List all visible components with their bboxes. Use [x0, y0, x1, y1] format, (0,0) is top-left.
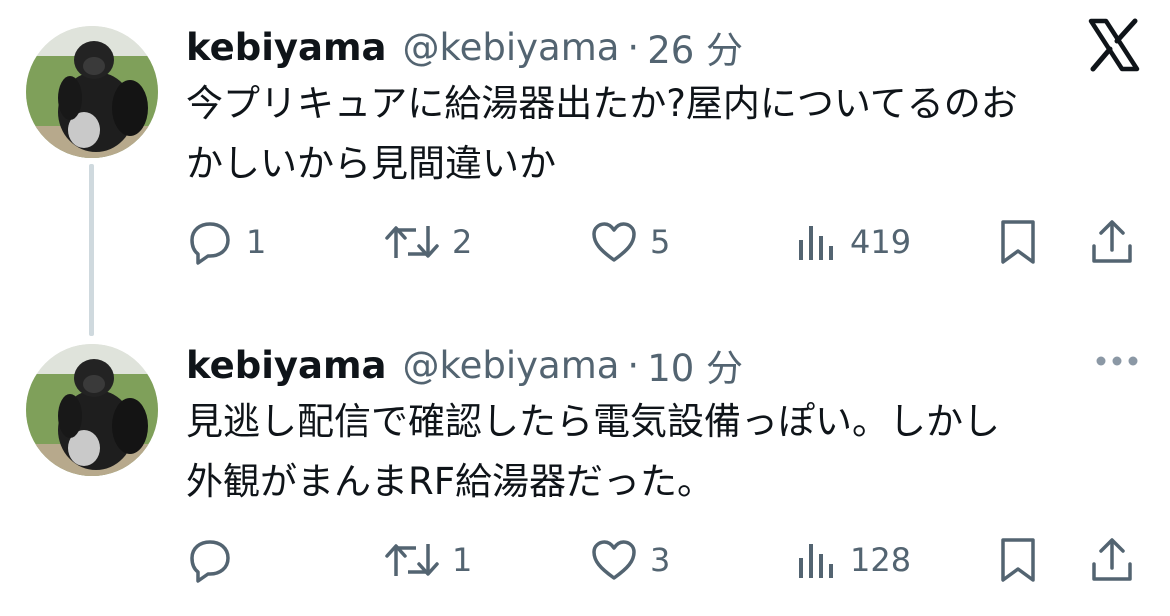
gorilla-avatar-icon	[26, 344, 158, 476]
heart-icon	[592, 222, 636, 262]
retweet-button[interactable]: 2	[384, 212, 472, 272]
action-bar: 1 2 5 419	[186, 212, 1146, 272]
views-chart-icon	[799, 226, 833, 260]
tweet[interactable]: kebiyama @kebiyama · 10 分 見逃し配信で確認したら電気設…	[0, 318, 1170, 616]
reply-button[interactable]: 1	[186, 212, 266, 272]
tweet[interactable]: kebiyama @kebiyama · 26 分 今プリキュアに給湯器出たか?…	[0, 0, 1170, 336]
like-count: 3	[650, 541, 671, 579]
retweet-count: 1	[452, 541, 473, 579]
tweet-header: kebiyama @kebiyama · 26 分	[186, 20, 743, 74]
retweet-count: 2	[452, 223, 473, 261]
reply-count: 1	[246, 223, 267, 261]
gorilla-avatar-icon	[26, 26, 158, 158]
views-count: 128	[850, 541, 912, 579]
more-options-icon[interactable]	[1094, 354, 1140, 368]
tweet-text-line: 見逃し配信で確認したら電気設備っぽい。しかし	[186, 400, 1000, 443]
like-button[interactable]: 5	[590, 212, 670, 272]
action-bar: 1 3 128	[186, 530, 1146, 590]
tweet-text: 今プリキュアに給湯器出たか?屋内についてるのお かしいから見間違いか	[186, 74, 1136, 194]
reply-button[interactable]	[186, 530, 246, 590]
user-handle[interactable]: @kebiyama	[402, 26, 619, 69]
tweet-text-line: 今プリキュアに給湯器出たか?屋内についてるのお	[186, 82, 1018, 125]
views-count: 419	[850, 223, 912, 261]
timestamp[interactable]: 26 分	[647, 20, 743, 74]
bookmark-icon	[1001, 538, 1035, 582]
views-chart-icon	[799, 544, 833, 578]
avatar[interactable]	[26, 26, 158, 158]
timestamp[interactable]: 10 分	[647, 338, 743, 392]
like-button[interactable]: 3	[590, 530, 670, 590]
display-name[interactable]: kebiyama	[186, 344, 386, 387]
retweet-icon	[385, 544, 439, 576]
bookmark-icon	[1001, 220, 1035, 264]
x-logo-icon	[1088, 18, 1140, 72]
views-button[interactable]: 128	[796, 530, 911, 590]
bookmark-button[interactable]	[998, 530, 1038, 590]
like-count: 5	[650, 223, 671, 261]
heart-icon	[592, 540, 636, 580]
avatar[interactable]	[26, 344, 158, 476]
thread-connector	[89, 164, 94, 336]
retweet-icon	[385, 226, 439, 258]
share-button[interactable]	[1090, 212, 1134, 272]
tweet-text-line: かしいから見間違いか	[186, 142, 556, 185]
tweet-header: kebiyama @kebiyama · 10 分	[186, 338, 743, 392]
retweet-button[interactable]: 1	[384, 530, 472, 590]
share-button[interactable]	[1090, 530, 1134, 590]
tweet-text: 見逃し配信で確認したら電気設備っぽい。しかし 外観がまんまRF給湯器だった。	[186, 392, 1136, 512]
share-icon	[1092, 220, 1132, 263]
separator-dot: ·	[627, 25, 640, 69]
views-button[interactable]: 419	[796, 212, 911, 272]
bookmark-button[interactable]	[998, 212, 1038, 272]
reply-icon	[190, 540, 230, 583]
separator-dot: ·	[627, 343, 640, 387]
reply-icon	[190, 222, 230, 265]
tweet-text-line: 外観がまんまRF給湯器だった。	[186, 460, 714, 503]
user-handle[interactable]: @kebiyama	[402, 344, 619, 387]
display-name[interactable]: kebiyama	[186, 26, 386, 69]
share-icon	[1092, 538, 1132, 581]
